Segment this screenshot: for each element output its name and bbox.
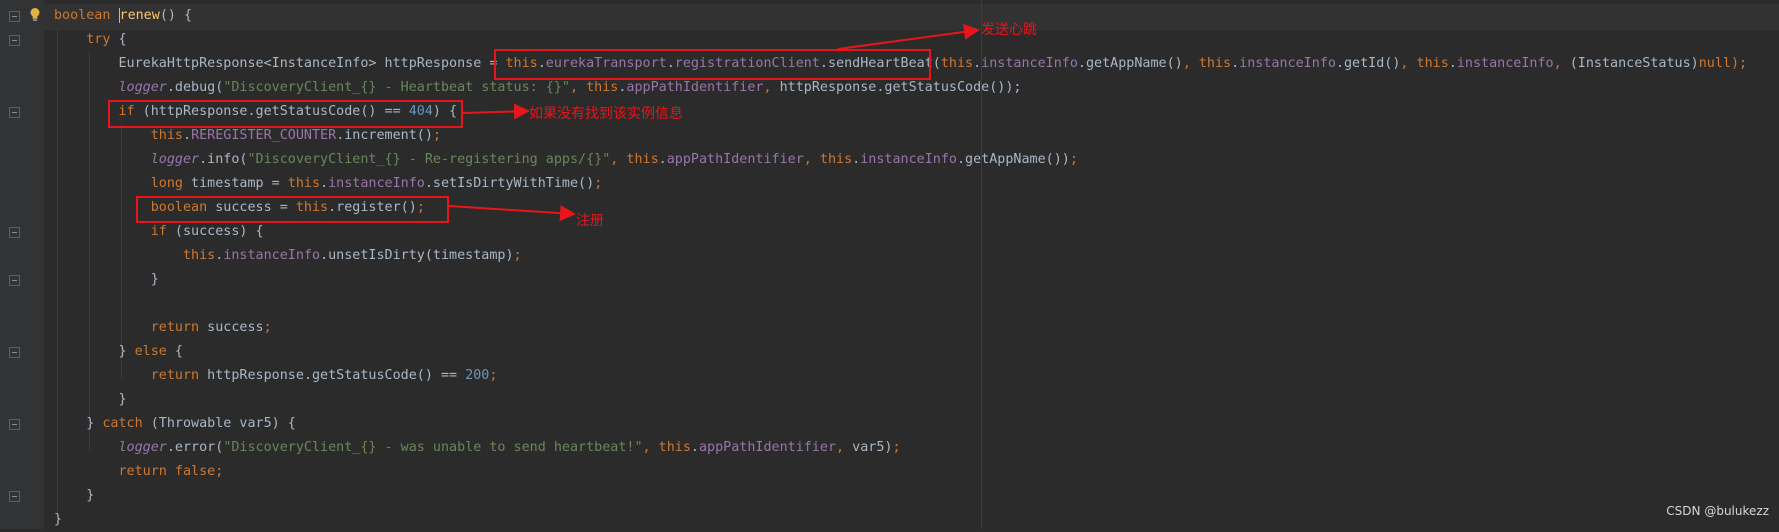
annotation-register: 注册 bbox=[576, 213, 604, 229]
annotation-not-found: 如果没有找到该实例信息 bbox=[529, 106, 683, 122]
annotation-heartbeat: 发送心跳 bbox=[981, 22, 1037, 38]
annotation-arrows bbox=[448, 23, 980, 222]
watermark: CSDN @bulukezz bbox=[1666, 504, 1769, 518]
